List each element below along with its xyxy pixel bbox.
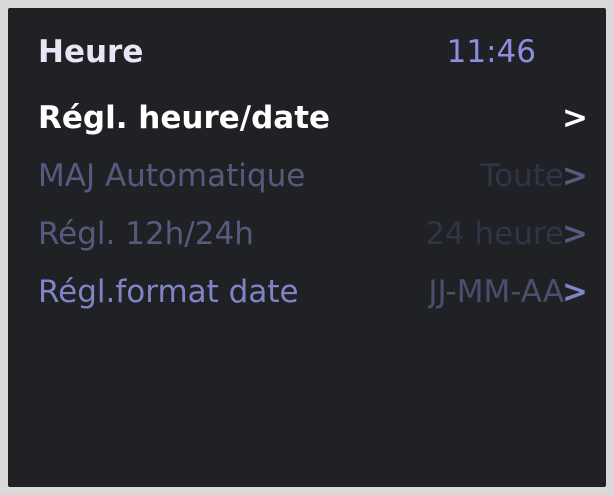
menu-item-value: 24 heure (425, 216, 564, 252)
page-title: Heure (38, 34, 144, 70)
chevron-right-icon: > (562, 158, 588, 194)
menu-item-date-format[interactable]: Régl.format date JJ-MM-AA > (8, 266, 606, 324)
settings-screen: Heure 11:46 Régl. heure/date > MAJ Autom… (8, 8, 606, 487)
menu-item-set-time-date[interactable]: Régl. heure/date > (8, 92, 606, 150)
clock-time: 11:46 (446, 34, 536, 70)
menu-item-auto-update[interactable]: MAJ Automatique Toute > (8, 150, 606, 208)
menu-item-label: MAJ Automatique (38, 158, 306, 194)
menu-item-value: Toute (480, 158, 564, 194)
chevron-right-icon: > (562, 100, 588, 136)
menu-item-label: Régl.format date (38, 274, 299, 310)
time-settings-menu: Régl. heure/date > MAJ Automatique Toute… (8, 92, 606, 324)
menu-item-label: Régl. heure/date (38, 100, 331, 136)
menu-item-label: Régl. 12h/24h (38, 216, 254, 252)
menu-item-12h-24h[interactable]: Régl. 12h/24h 24 heure > (8, 208, 606, 266)
chevron-right-icon: > (562, 216, 588, 252)
menu-item-value: JJ-MM-AA (428, 274, 564, 310)
header: Heure 11:46 (8, 32, 606, 80)
chevron-right-icon: > (562, 274, 588, 310)
